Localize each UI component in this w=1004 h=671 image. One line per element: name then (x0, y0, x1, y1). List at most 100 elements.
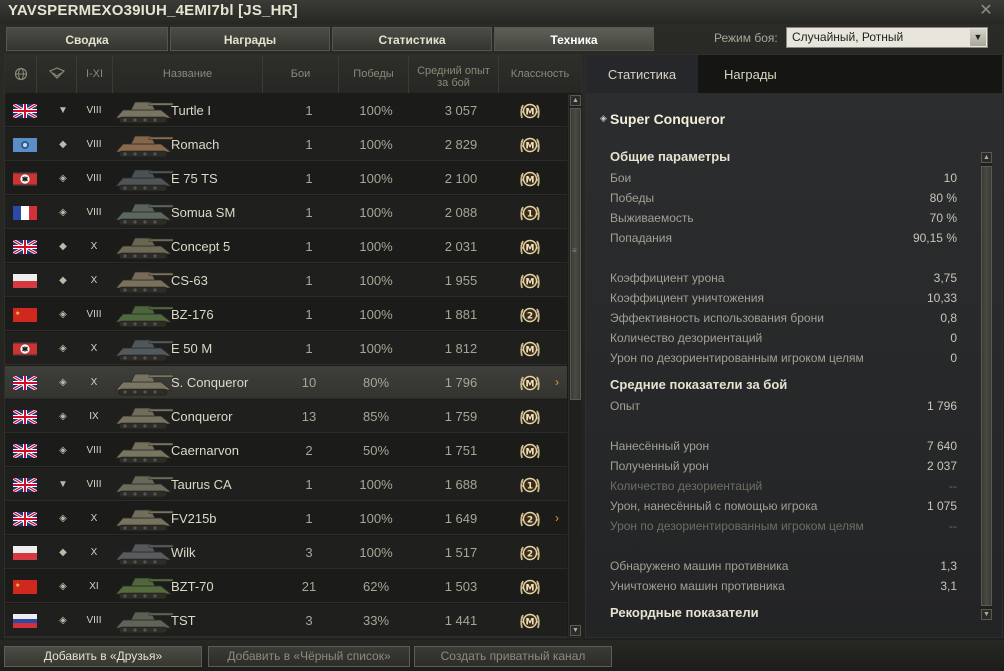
table-row[interactable]: ★ ◈ VIII BZ-176 1 100% 1 881 2 (5, 298, 567, 331)
vehicle-wins: 100% (359, 205, 393, 220)
mastery-badge-icon: M (518, 405, 542, 429)
header-name[interactable]: Название (113, 55, 263, 93)
vehicle-wins: 100% (359, 545, 393, 560)
header-battles[interactable]: Бои (263, 55, 339, 93)
tank-icon (113, 504, 175, 534)
stats-section-title: Рекордные показатели (610, 605, 759, 620)
stat-value: 70 % (929, 211, 957, 225)
stats-scrollbar[interactable]: ▲ ▼ (981, 152, 992, 620)
table-row[interactable]: ◈ VIII Somua SM 1 100% 2 088 1 (5, 196, 567, 229)
stats-scroll-down-icon[interactable]: ▼ (981, 609, 992, 620)
vehicles-table: I-XI Название Бои Победы Средний опыт за… (4, 54, 582, 638)
scroll-up-icon[interactable]: ▲ (570, 95, 581, 106)
battle-mode-dropdown[interactable]: Случайный, Ротный ▼ (786, 27, 988, 48)
table-row[interactable]: ★ ◈ XI BZT-70 21 62% 1 503 M (5, 570, 567, 603)
vehicle-wins: 100% (359, 273, 393, 288)
tank-icon (113, 572, 175, 602)
header-type[interactable] (37, 55, 77, 93)
stats-scroll-thumb[interactable] (981, 166, 992, 606)
vehicle-avg-exp: 1 751 (444, 443, 478, 458)
table-row[interactable]: ◈ VIII Caernarvon 2 50% 1 751 M (5, 434, 567, 467)
vehicle-type-icon: ◈ (59, 309, 67, 320)
table-row[interactable]: ◈ X E 50 M 1 100% 1 812 M (5, 332, 567, 365)
table-row[interactable]: ◈ X FV215b 1 100% 1 649 2 › (5, 502, 567, 535)
vehicle-wins: 100% (359, 103, 393, 118)
stat-value: 90,15 % (912, 231, 957, 245)
tank-icon (113, 198, 175, 228)
header-tier[interactable]: I-XI (77, 55, 113, 93)
scroll-thumb[interactable]: ≡ (570, 108, 581, 400)
vehicle-avg-exp: 1 759 (444, 409, 478, 424)
table-row[interactable]: ◈ VIII E 75 TS 1 100% 2 100 M (5, 162, 567, 195)
bottom-toolbar: Добавить в «Друзья» Добавить в «Чёрный с… (0, 640, 1004, 671)
mastery-badge-icon: M (518, 133, 542, 157)
chevron-right-icon[interactable]: › (555, 366, 565, 399)
stats-section-title: Средние показатели за бой (610, 377, 788, 392)
svg-text:M: M (526, 142, 535, 152)
table-row[interactable]: ◆ VIII Romach 1 100% 2 829 M (5, 128, 567, 161)
vehicle-name: CS-63 (171, 273, 208, 288)
create-private-channel-button[interactable]: Создать приватный канал (414, 646, 612, 667)
nation-flag-icon (12, 408, 38, 426)
tab-vehicles[interactable]: Техника (494, 27, 654, 51)
tab-statistics[interactable]: Статистика (332, 27, 492, 51)
tab-summary[interactable]: Сводка (6, 27, 168, 51)
close-icon[interactable]: ✕ (978, 3, 994, 19)
mastery-badge-icon: 2 (518, 541, 542, 565)
mastery-badge-icon: M (518, 575, 542, 599)
vehicle-tier: VIII (86, 173, 102, 184)
vehicle-avg-exp: 1 881 (444, 307, 478, 322)
svg-text:M: M (526, 448, 535, 458)
vehicle-name: BZ-176 (171, 307, 214, 322)
vehicle-avg-exp: 2 829 (444, 137, 478, 152)
stat-value: 0 (950, 351, 957, 365)
vehicle-tier: VIII (86, 445, 102, 456)
vehicle-avg-exp: 1 812 (444, 341, 478, 356)
header-mastery[interactable]: Классность (499, 55, 581, 93)
nation-flag-icon (13, 546, 37, 560)
stat-label: Победы (610, 191, 655, 205)
svg-text:2: 2 (527, 312, 533, 322)
vehicle-type-icon (48, 67, 65, 79)
stat-value: 3,1 (940, 579, 957, 593)
header-nation[interactable] (5, 55, 37, 93)
vehicle-avg-exp: 2 100 (444, 171, 478, 186)
dropdown-arrow-icon[interactable]: ▼ (970, 29, 986, 46)
scroll-down-icon[interactable]: ▼ (570, 625, 581, 636)
svg-text:M: M (526, 584, 535, 594)
vehicle-tier: X (90, 513, 98, 524)
table-row[interactable]: ▼ VIII Turtle I 1 100% 3 057 M (5, 94, 567, 127)
header-exp[interactable]: Средний опыт за бой (409, 55, 499, 93)
stat-value: 1 075 (926, 499, 957, 513)
table-row[interactable]: ◆ X CS-63 1 100% 1 955 M (5, 264, 567, 297)
table-row[interactable]: ◈ VIII TST 3 33% 1 441 M (5, 604, 567, 637)
table-header: I-XI Название Бои Победы Средний опыт за… (5, 55, 581, 93)
table-row[interactable]: ◈ IX Conqueror 13 85% 1 759 M (5, 400, 567, 433)
add-friend-button[interactable]: Добавить в «Друзья» (4, 646, 202, 667)
mastery-badge-icon: M (518, 439, 542, 463)
svg-text:M: M (526, 244, 535, 254)
tab-vehicle-awards[interactable]: Награды (698, 55, 1002, 93)
vehicle-name: E 50 M (171, 341, 213, 356)
tab-vehicle-stats[interactable]: Статистика (586, 55, 698, 93)
chevron-right-icon[interactable]: › (555, 502, 565, 535)
table-row[interactable]: ▼ VIII Taurus CA 1 100% 1 688 1 (5, 468, 567, 501)
table-row[interactable]: ◆ X Concept 5 1 100% 2 031 M (5, 230, 567, 263)
stat-label: Полученный урон (610, 459, 709, 473)
header-wins[interactable]: Победы (339, 55, 409, 93)
tab-awards[interactable]: Награды (170, 27, 330, 51)
table-row[interactable]: ◈ X S. Conqueror 10 80% 1 796 M › (5, 366, 567, 399)
vehicle-tier: XI (89, 581, 99, 592)
mastery-badge-icon: 2 (518, 303, 542, 327)
vehicle-name: Caernarvon (171, 443, 239, 458)
vehicle-wins: 100% (359, 239, 393, 254)
add-blacklist-button[interactable]: Добавить в «Чёрный список» (208, 646, 410, 667)
stats-scroll-up-icon[interactable]: ▲ (981, 152, 992, 163)
table-row[interactable]: ◆ X Wilk 3 100% 1 517 2 (5, 536, 567, 569)
vehicle-wins: 33% (362, 613, 390, 628)
vehicle-tier: X (90, 547, 98, 558)
tank-icon (113, 130, 175, 160)
table-scrollbar[interactable]: ▲ ≡ ▼ (568, 94, 582, 637)
vehicle-type-icon: ◈ (59, 411, 67, 422)
mastery-badge-icon: M (518, 337, 542, 361)
